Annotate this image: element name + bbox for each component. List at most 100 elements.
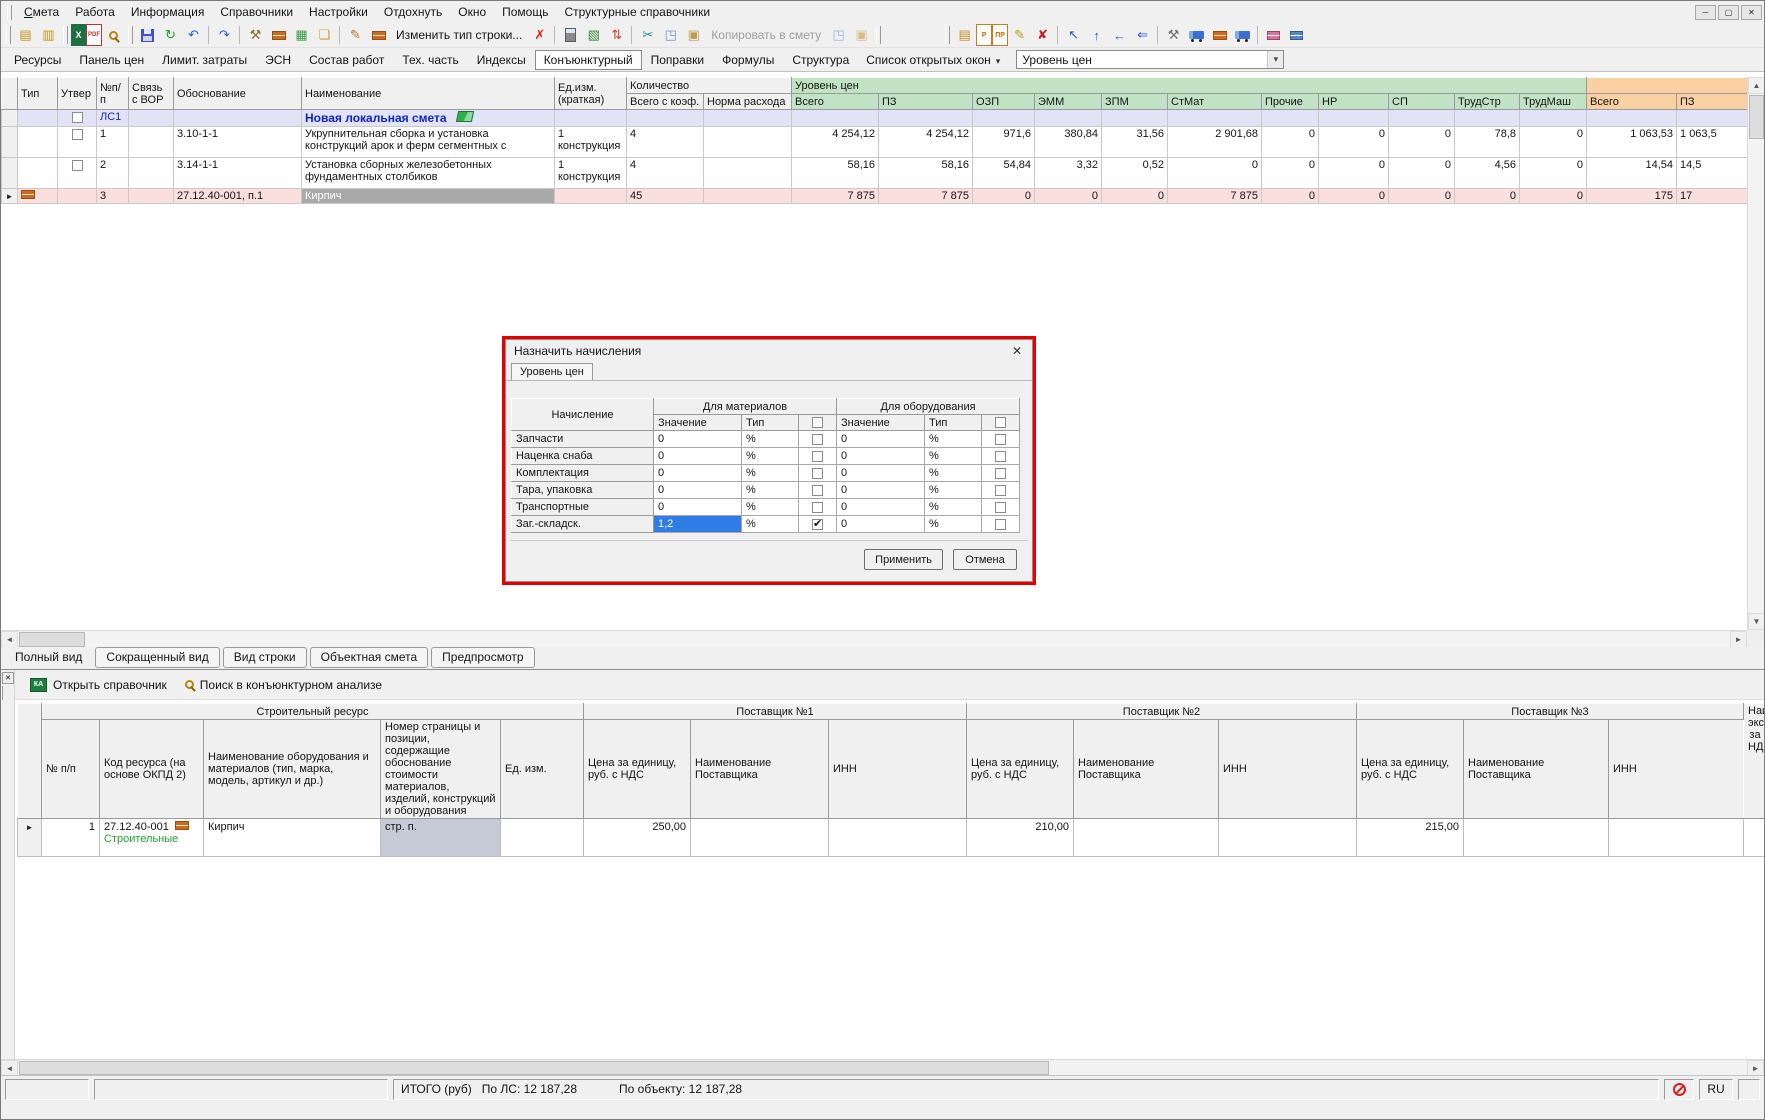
bottom-view-tab[interactable]: Объектная смета <box>310 647 429 668</box>
norm-base-book-icon[interactable]: ▤ <box>953 24 976 46</box>
scroll-thumb[interactable] <box>19 1061 1049 1075</box>
menu-item[interactable]: Информация <box>123 2 212 22</box>
row-price-3[interactable]: 215,00 <box>1357 819 1464 857</box>
menu-item[interactable]: Структурные справочники <box>556 2 718 22</box>
delivery-truck-icon[interactable] <box>1231 24 1254 46</box>
col-header-ozp[interactable]: ОЗП <box>973 94 1035 110</box>
material-checkbox[interactable] <box>812 451 823 462</box>
insert-doc-icon[interactable]: ▧ <box>582 24 605 46</box>
material-checkbox[interactable] <box>812 519 823 530</box>
col-header-name[interactable]: Наименование <box>302 78 555 110</box>
view-tab[interactable]: Состав работ <box>300 50 393 70</box>
equipment-type-field[interactable]: % <box>925 465 982 482</box>
format-icon[interactable]: ✎ <box>344 24 367 46</box>
add-work-icon[interactable]: ⚒ <box>244 24 267 46</box>
col-header-price-2[interactable]: Цена за единицу, руб. с НДС <box>967 720 1074 819</box>
estimate-row[interactable]: ЛС1 Новая локальная смета <box>2 110 1750 127</box>
cancel-button[interactable]: Отмена <box>953 549 1017 570</box>
col-header-unit[interactable]: Ед. изм. <box>501 720 584 819</box>
equipment-type-field[interactable]: % <box>925 499 982 516</box>
cut-icon[interactable]: ✂ <box>636 24 659 46</box>
material-value-field[interactable]: 1,2 <box>654 516 742 533</box>
equipment-type-field[interactable]: % <box>925 448 982 465</box>
add-section-icon[interactable]: ▦ <box>290 24 313 46</box>
copy-resource-icon[interactable] <box>367 24 390 46</box>
add-comment-icon[interactable]: ❏ <box>313 24 336 46</box>
book-pink-icon[interactable] <box>1262 24 1285 46</box>
accrual-row[interactable]: Транспортные 0 % 0 % <box>512 499 1020 516</box>
col-header-inn-1[interactable]: ИНН <box>829 720 967 819</box>
work-hammer-icon[interactable]: ⚒ <box>1162 24 1185 46</box>
level-up-icon[interactable]: ↑ <box>1085 24 1108 46</box>
accrual-row[interactable]: Заг.-складск. 1,2 % 0 % <box>512 516 1020 533</box>
scroll-thumb[interactable] <box>19 632 85 647</box>
col-header-npp[interactable]: № п/п <box>42 720 100 819</box>
equipment-checkbox[interactable] <box>995 519 1006 530</box>
bottom-view-tab[interactable]: Полный вид <box>5 647 92 668</box>
view-tab[interactable]: Ресурсы <box>5 50 70 70</box>
bottom-view-tab[interactable]: Сокращенный вид <box>95 647 219 668</box>
equipment-type-field[interactable]: % <box>925 482 982 499</box>
row-inn-2[interactable] <box>1219 819 1357 857</box>
material-value-field[interactable]: 0 <box>654 431 742 448</box>
col-header-supplier-name-1[interactable]: Наименование Поставщика <box>691 720 829 819</box>
row-inn-3[interactable] <box>1609 819 1744 857</box>
calculator-icon[interactable] <box>559 24 582 46</box>
material-value-field[interactable]: 0 <box>654 448 742 465</box>
supplier-row[interactable]: 1 27.12.40-001 Строительные Кирпич стр. … <box>18 819 1765 857</box>
copy-to-estimate-copy-icon[interactable]: ◳ <box>827 24 850 46</box>
col-header-price-1[interactable]: Цена за единицу, руб. с НДС <box>584 720 691 819</box>
equipment-value-field[interactable]: 0 <box>837 482 925 499</box>
machine-truck-icon[interactable] <box>1185 24 1208 46</box>
equipment-value-field[interactable]: 0 <box>837 499 925 516</box>
material-value-field[interactable]: 0 <box>654 499 742 516</box>
scroll-left-icon[interactable] <box>1 631 18 648</box>
approve-checkbox[interactable] <box>72 129 83 140</box>
move-rows-icon[interactable]: ⇅ <box>605 24 628 46</box>
accrual-row[interactable]: Комплектация 0 % 0 % <box>512 465 1020 482</box>
view-tab[interactable]: Конъюнктурный <box>535 50 642 70</box>
equipment-checkbox[interactable] <box>995 434 1006 445</box>
equipment-type-field[interactable]: % <box>925 516 982 533</box>
col-header-unit[interactable]: Ед.изм. (краткая) <box>555 78 627 110</box>
renumber-icon[interactable]: ↷ <box>213 24 236 46</box>
material-bricks-icon[interactable] <box>1208 24 1231 46</box>
refresh-icon[interactable]: ↻ <box>159 24 182 46</box>
view-tab[interactable]: Тех. часть <box>393 50 467 70</box>
scroll-left-icon[interactable] <box>1 1060 18 1076</box>
equipment-checkbox[interactable] <box>995 468 1006 479</box>
material-checkbox[interactable] <box>812 485 823 496</box>
row-supplier-2[interactable] <box>1074 819 1219 857</box>
menu-item[interactable]: Помощь <box>494 2 556 22</box>
approve-checkbox[interactable] <box>72 112 83 123</box>
col-header-qty-norm[interactable]: Норма расхода <box>704 94 792 110</box>
header-checkbox[interactable] <box>995 417 1006 428</box>
export-excel-icon[interactable]: X <box>71 24 86 46</box>
col-header-stmat[interactable]: СтМат <box>1168 94 1262 110</box>
language-indicator[interactable]: RU <box>1699 1079 1733 1100</box>
view-tab[interactable]: Индексы <box>468 50 535 70</box>
delete-row-icon[interactable]: ✗ <box>528 24 551 46</box>
price-level-combo[interactable]: Уровень цен <box>1016 50 1284 69</box>
copy-to-estimate-paste-icon[interactable]: ▣ <box>850 24 873 46</box>
row-supplier-1[interactable] <box>691 819 829 857</box>
dialog-titlebar[interactable]: Назначить начисления ✕ <box>506 340 1032 360</box>
scroll-thumb[interactable] <box>1749 95 1764 139</box>
doc-p-icon[interactable]: Р <box>976 24 992 46</box>
scroll-down-icon[interactable] <box>1748 613 1765 630</box>
col-header-trudmash[interactable]: ТрудМаш <box>1520 94 1587 110</box>
estimate-row[interactable]: 1 3.10-1-1 Укрупнительная сборка и устан… <box>2 127 1750 158</box>
scroll-right-icon[interactable] <box>1747 1060 1764 1076</box>
row-price-2[interactable]: 210,00 <box>967 819 1074 857</box>
accrual-row[interactable]: Запчасти 0 % 0 % <box>512 431 1020 448</box>
col-header-vsego[interactable]: Всего <box>792 94 879 110</box>
level-left-double-icon[interactable]: ⇐ <box>1131 24 1154 46</box>
material-type-field[interactable]: % <box>742 465 799 482</box>
equipment-value-field[interactable]: 0 <box>837 448 925 465</box>
material-type-field[interactable]: % <box>742 516 799 533</box>
col-header-justification[interactable]: Обоснование <box>174 78 302 110</box>
col-header-qty-total[interactable]: Всего с коэф. <box>627 94 704 110</box>
menu-item[interactable]: Окно <box>450 2 494 22</box>
row-price-1[interactable]: 250,00 <box>584 819 691 857</box>
equipment-value-field[interactable]: 0 <box>837 431 925 448</box>
